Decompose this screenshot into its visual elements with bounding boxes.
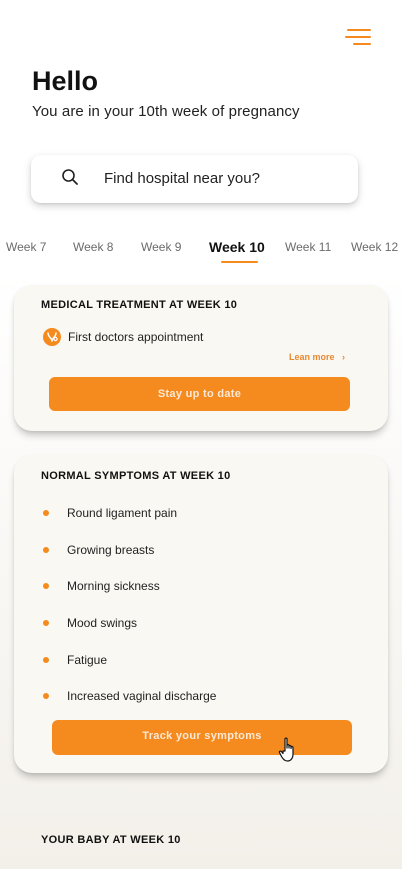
menu-line <box>347 29 371 31</box>
card-title: MEDICAL TREATMENT AT WEEK 10 <box>41 299 238 311</box>
normal-symptoms-card: NORMAL SYMPTOMS AT WEEK 10 Round ligamen… <box>14 455 388 773</box>
greeting-title: Hello <box>32 66 99 96</box>
tab-week-8[interactable]: Week 8 <box>73 240 113 254</box>
symptom-label: Mood swings <box>67 616 138 630</box>
symptom-label: Growing breasts <box>67 543 155 557</box>
active-tab-indicator <box>221 261 258 263</box>
stay-up-to-date-button[interactable]: Stay up to date <box>49 377 350 411</box>
baby-section-title: YOUR BABY AT WEEK 10 <box>41 834 181 846</box>
search-hospital-field[interactable]: Find hospital near you? <box>31 155 358 203</box>
chevron-right-icon: › <box>342 352 346 362</box>
doctor-icon <box>43 328 61 346</box>
hand-cursor-icon <box>278 737 294 762</box>
tab-week-12[interactable]: Week 12 <box>351 240 398 254</box>
symptom-label: Increased vaginal discharge <box>67 689 217 703</box>
appointment-item: First doctors appointment <box>68 330 204 344</box>
symptom-label: Round ligament pain <box>67 506 178 520</box>
bullet-icon <box>43 620 49 626</box>
symptom-label: Fatigue <box>67 653 108 667</box>
menu-line <box>353 43 371 45</box>
tab-week-7[interactable]: Week 7 <box>6 240 46 254</box>
tab-week-10[interactable]: Week 10 <box>209 239 265 255</box>
search-text: Find hospital near you? <box>104 170 260 187</box>
bullet-icon <box>43 510 49 516</box>
bullet-icon <box>43 547 49 553</box>
card-title: NORMAL SYMPTOMS AT WEEK 10 <box>41 470 231 482</box>
week-tabs: Week 7 Week 8 Week 9 Week 10 Week 11 Wee… <box>0 238 402 268</box>
search-icon <box>62 169 78 185</box>
bullet-icon <box>43 583 49 589</box>
learn-more-link[interactable]: Lean more › <box>289 352 345 362</box>
symptom-label: Morning sickness <box>67 579 160 593</box>
track-symptoms-button[interactable]: Track your symptoms <box>52 720 352 755</box>
bullet-icon <box>43 657 49 663</box>
tab-week-11[interactable]: Week 11 <box>285 240 331 254</box>
pregnancy-week-subtitle: You are in your 10th week of pregnancy <box>32 103 300 120</box>
learn-more-label: Lean more <box>289 352 335 362</box>
bullet-icon <box>43 693 49 699</box>
tab-week-9[interactable]: Week 9 <box>141 240 181 254</box>
medical-treatment-card: MEDICAL TREATMENT AT WEEK 10 First docto… <box>14 285 388 431</box>
hamburger-menu-icon[interactable] <box>343 28 371 48</box>
menu-line <box>345 36 371 38</box>
